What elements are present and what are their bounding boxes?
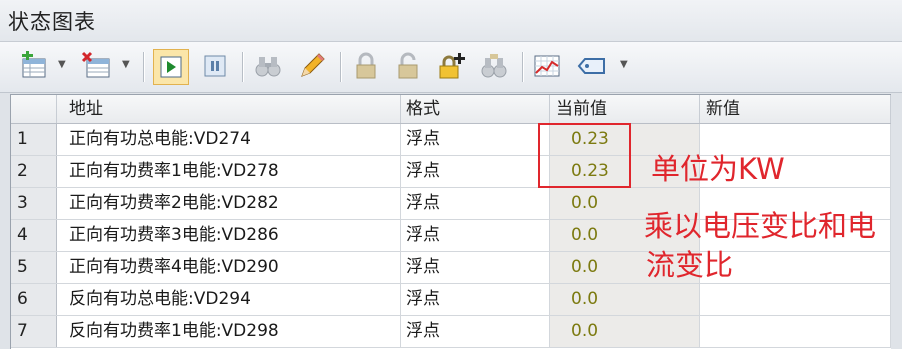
unlock-icon: [398, 52, 418, 79]
header-new-value[interactable]: 新值: [700, 95, 891, 123]
row-number: 2: [11, 156, 57, 187]
address-cell[interactable]: 正向有功费率3电能:VD286: [57, 220, 401, 251]
run-button[interactable]: [153, 49, 189, 85]
new-value-cell[interactable]: [700, 284, 891, 315]
format-cell[interactable]: 浮点: [401, 124, 550, 155]
delete-row-icon: [81, 51, 110, 78]
toolbar-separator: [242, 52, 243, 82]
trend-view-button[interactable]: [531, 50, 563, 82]
address-cell[interactable]: 正向有功费率2电能:VD282: [57, 188, 401, 219]
tag-button[interactable]: [576, 50, 608, 82]
table-header: 地址 格式 当前值 新值: [11, 95, 891, 124]
tag-icon: [577, 58, 605, 74]
find-button[interactable]: [252, 50, 284, 82]
lock-icon: [356, 52, 376, 79]
toolbar-separator: [340, 52, 341, 82]
read-all-forced-button[interactable]: [478, 50, 510, 82]
annotation-unit: 单位为KW: [651, 152, 785, 186]
table-row[interactable]: 5 正向有功费率4电能:VD290 浮点 0.0: [11, 252, 891, 284]
toolbar: ▼ ▼ ▼: [0, 42, 902, 93]
trend-chart-icon: [534, 55, 560, 77]
insert-row-dropdown-icon[interactable]: ▼: [58, 59, 66, 70]
row-number: 3: [11, 188, 57, 219]
row-number: 5: [11, 252, 57, 283]
window-title: 状态图表: [8, 10, 96, 34]
play-icon: [160, 56, 182, 78]
table-row[interactable]: 6 反向有功总电能:VD294 浮点 0.0: [11, 284, 891, 316]
format-cell[interactable]: 浮点: [401, 188, 550, 219]
insert-row-button[interactable]: [18, 50, 50, 82]
header-format[interactable]: 格式: [401, 95, 550, 123]
header-address[interactable]: 地址: [57, 95, 401, 123]
unforce-button[interactable]: [392, 50, 424, 82]
header-current-value[interactable]: 当前值: [550, 95, 700, 123]
address-cell[interactable]: 正向有功费率4电能:VD290: [57, 252, 401, 283]
format-cell[interactable]: 浮点: [401, 284, 550, 315]
new-value-cell[interactable]: [700, 316, 891, 347]
current-value-cell: 0.0: [550, 284, 700, 315]
binoculars-icon: [255, 57, 281, 77]
highlight-box: [538, 123, 631, 188]
unforce-all-button[interactable]: [436, 50, 468, 82]
pause-icon: [204, 55, 226, 77]
lock-add-icon: [439, 53, 465, 79]
toolbar-separator: [522, 52, 523, 82]
write-button[interactable]: [296, 50, 328, 82]
row-number: 7: [11, 316, 57, 347]
delete-row-button[interactable]: [80, 50, 112, 82]
delete-row-dropdown-icon[interactable]: ▼: [122, 59, 130, 70]
header-rownum: [11, 95, 57, 123]
format-cell[interactable]: 浮点: [401, 252, 550, 283]
tag-dropdown-icon[interactable]: ▼: [620, 59, 628, 70]
annotation-multiply-line2: 流变比: [646, 248, 734, 282]
format-cell[interactable]: 浮点: [401, 316, 550, 347]
force-button[interactable]: [350, 50, 382, 82]
current-value-cell: 0.0: [550, 316, 700, 347]
row-number: 6: [11, 284, 57, 315]
row-number: 1: [11, 124, 57, 155]
toolbar-separator: [143, 52, 144, 82]
address-cell[interactable]: 反向有功总电能:VD294: [57, 284, 401, 315]
address-cell[interactable]: 反向有功费率1电能:VD298: [57, 316, 401, 347]
address-cell[interactable]: 正向有功费率1电能:VD278: [57, 156, 401, 187]
format-cell[interactable]: 浮点: [401, 156, 550, 187]
annotation-multiply-line1: 乘以电压变比和电: [644, 209, 877, 243]
address-cell[interactable]: 正向有功总电能:VD274: [57, 124, 401, 155]
format-cell[interactable]: 浮点: [401, 220, 550, 251]
pencil-icon: [301, 53, 325, 77]
insert-row-icon: [22, 51, 46, 78]
row-number: 4: [11, 220, 57, 251]
title-bar: 状态图表: [0, 0, 902, 42]
read-all-icon: [481, 54, 507, 78]
pause-button[interactable]: [199, 50, 231, 82]
table-row[interactable]: 7 反向有功费率1电能:VD298 浮点 0.0: [11, 316, 891, 348]
